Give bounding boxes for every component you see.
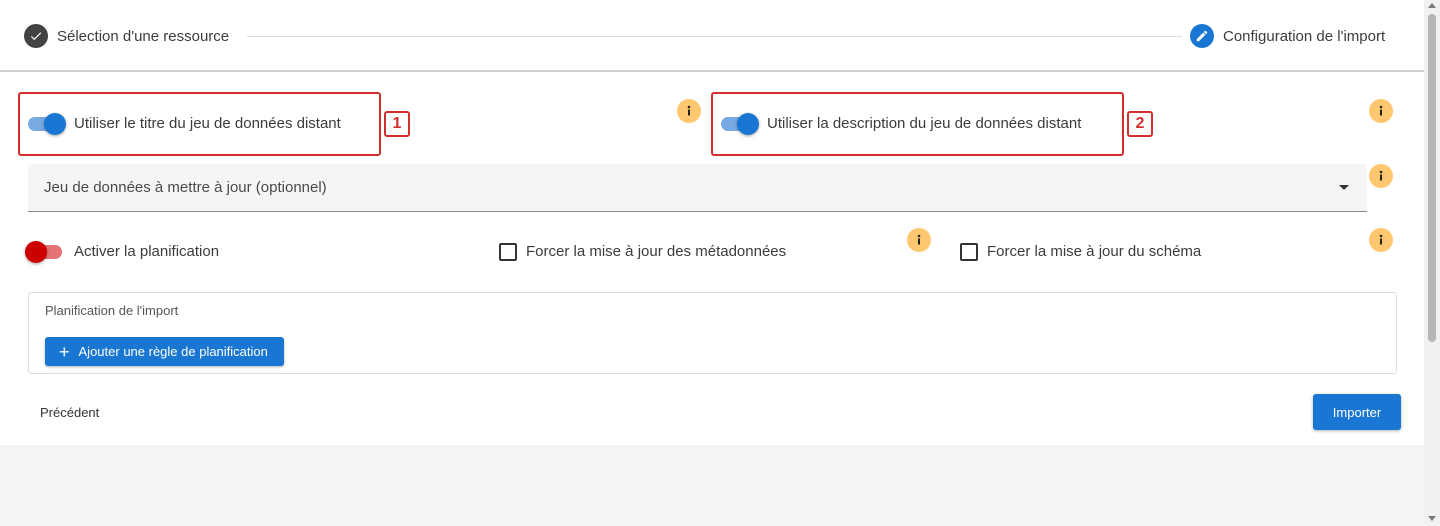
info-icon[interactable] <box>1369 99 1393 123</box>
toggle-use-remote-description-label: Utiliser la description du jeu de donnée… <box>767 115 1082 132</box>
stepper: Sélection d'une ressource Configuration … <box>0 0 1424 72</box>
vertical-scrollbar[interactable] <box>1424 0 1440 526</box>
stepper-connector <box>247 36 1182 37</box>
info-icon[interactable] <box>1369 228 1393 252</box>
dataset-select-placeholder: Jeu de données à mettre à jour (optionne… <box>44 179 327 196</box>
add-schedule-rule-button[interactable]: + Ajouter une règle de planification <box>45 337 284 366</box>
import-schedule-section: Planification de l'import + Ajouter une … <box>28 292 1397 374</box>
force-metadata-update-checkbox[interactable] <box>499 243 517 261</box>
import-schedule-title: Planification de l'import <box>45 303 179 318</box>
annotation-badge-2: 2 <box>1127 111 1153 137</box>
step-resource-selection[interactable]: Sélection d'une ressource <box>24 24 229 48</box>
annotation-badge-1: 1 <box>384 111 410 137</box>
toggle-enable-schedule-label: Activer la planification <box>74 243 220 260</box>
toggle-thumb <box>25 241 47 263</box>
previous-button[interactable]: Précédent <box>28 394 111 430</box>
dataset-to-update-select[interactable]: Jeu de données à mettre à jour (optionne… <box>28 164 1367 212</box>
scroll-up-icon[interactable] <box>1428 3 1436 8</box>
toggle-use-remote-title[interactable] <box>26 112 66 136</box>
caret-down-icon <box>1339 185 1349 190</box>
toggle-enable-schedule[interactable] <box>24 240 64 264</box>
previous-button-label: Précédent <box>40 404 100 420</box>
check-icon <box>24 24 48 48</box>
add-schedule-rule-label: Ajouter une règle de planification <box>78 344 268 359</box>
toggle-thumb <box>737 113 759 135</box>
toggle-use-remote-description[interactable] <box>719 112 759 136</box>
plus-icon: + <box>59 341 70 362</box>
scroll-down-icon[interactable] <box>1428 516 1436 521</box>
import-wizard-card: Sélection d'une ressource Configuration … <box>0 0 1424 445</box>
import-button[interactable]: Importer <box>1313 394 1401 430</box>
force-schema-update-label: Forcer la mise à jour du schéma <box>987 243 1202 260</box>
info-icon[interactable] <box>907 228 931 252</box>
force-schema-update-checkbox[interactable] <box>960 243 978 261</box>
force-metadata-update-label: Forcer la mise à jour des métadonnées <box>526 243 787 260</box>
info-icon[interactable] <box>677 99 701 123</box>
step-resource-selection-label: Sélection d'une ressource <box>57 27 230 45</box>
step-import-configuration[interactable]: Configuration de l'import <box>1190 24 1385 48</box>
scrollbar-thumb[interactable] <box>1428 14 1436 342</box>
step-import-configuration-label: Configuration de l'import <box>1223 27 1386 45</box>
toggle-thumb <box>44 113 66 135</box>
pencil-icon <box>1190 24 1214 48</box>
info-icon[interactable] <box>1369 164 1393 188</box>
import-button-label: Importer <box>1332 404 1382 420</box>
toggle-use-remote-title-label: Utiliser le titre du jeu de données dist… <box>74 115 341 132</box>
